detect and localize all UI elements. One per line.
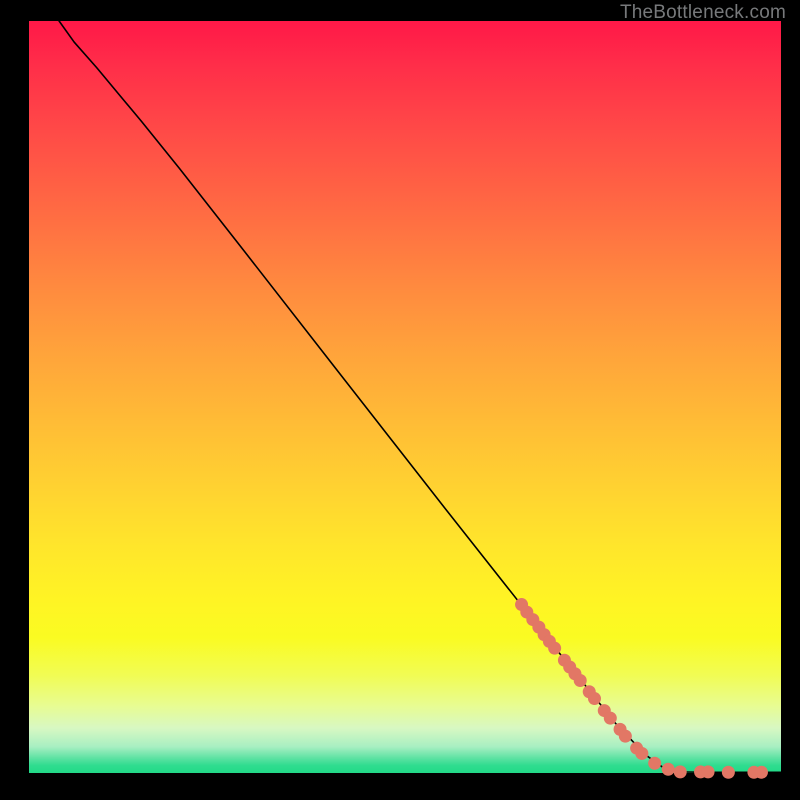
data-point	[604, 712, 617, 725]
chart-stage: TheBottleneck.com	[0, 0, 800, 800]
data-point	[548, 642, 561, 655]
data-point	[635, 747, 648, 760]
data-point	[574, 674, 587, 687]
chart-points	[515, 598, 768, 779]
data-point	[755, 766, 768, 779]
chart-overlay	[29, 21, 781, 773]
data-point	[648, 757, 661, 770]
data-point	[662, 763, 675, 776]
data-point	[702, 765, 715, 778]
data-point	[619, 730, 632, 743]
chart-curve	[59, 21, 781, 772]
plot-area	[29, 21, 781, 773]
data-point	[722, 766, 735, 779]
data-point	[674, 765, 687, 778]
data-point	[588, 692, 601, 705]
